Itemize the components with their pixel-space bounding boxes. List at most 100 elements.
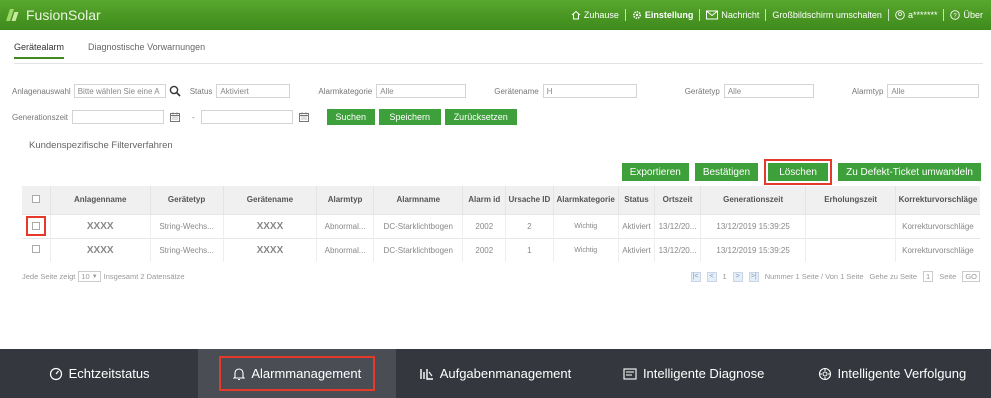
export-button[interactable]: Exportieren — [621, 163, 689, 181]
first-page-icon[interactable]: |< — [690, 271, 701, 282]
category-cell: Wichtig — [553, 213, 619, 238]
filter-row-2: Generationszeit - Suchen Speichern Zurüc… — [12, 109, 517, 125]
category-select[interactable]: Alle — [376, 84, 467, 98]
header-link-user[interactable]: a******* — [889, 10, 944, 20]
tab-bar: Gerätealarm Diagnostische Vorwarnungen — [14, 42, 205, 59]
table-row[interactable]: XXXX String-Wechs... XXXX Abnormal... DC… — [22, 237, 980, 262]
prev-page-icon[interactable]: < — [706, 271, 717, 282]
last-page-icon[interactable]: >| — [748, 271, 759, 282]
generation-time-label: Generationszeit — [12, 112, 69, 122]
tab-device-alarm[interactable]: Gerätealarm — [14, 42, 65, 59]
table-row[interactable]: XXXX String-Wechs... XXXX Abnormal... DC… — [22, 213, 980, 238]
device-type-cell: String-Wechs... — [150, 213, 224, 238]
alarm-type-cell: Abnormal... — [316, 237, 375, 262]
col-device-name[interactable]: Gerätename — [223, 186, 318, 214]
go-button[interactable]: GO — [962, 271, 980, 282]
col-suggestions[interactable]: Korrekturvorschläge — [895, 186, 980, 214]
alarm-id-cell: 2002 — [462, 213, 507, 238]
total-records: Insgesamt 2 Datensätze — [103, 272, 185, 281]
row-select-cell[interactable] — [22, 237, 51, 262]
header-link-messages[interactable]: Nachricht — [700, 10, 765, 20]
goto-page-input[interactable]: 1 — [923, 271, 934, 282]
end-date-input[interactable] — [200, 110, 293, 124]
device-name-cell: XXXX — [223, 237, 318, 262]
search-button[interactable]: Suchen — [326, 109, 375, 125]
save-button[interactable]: Speichern — [378, 109, 441, 125]
nav-alarm-highlight[interactable]: Alarmmanagement — [219, 356, 376, 391]
local-time-cell: 13/12/20... — [654, 237, 701, 262]
reset-button[interactable]: Zurücksetzen — [444, 109, 517, 125]
col-cause-id[interactable]: Ursache ID — [505, 186, 554, 214]
start-date-input[interactable] — [72, 110, 165, 124]
per-page-select[interactable]: 10 ▼ — [78, 271, 101, 282]
nav-intelligent-diagnosis[interactable]: Intelligente Diagnose — [595, 349, 793, 398]
col-recovery-time[interactable]: Erholungszeit — [805, 186, 896, 214]
device-name-cell: XXXX — [223, 213, 318, 238]
col-alarm-category[interactable]: Alarmkategorie — [553, 186, 619, 214]
cause-id-cell: 1 — [505, 237, 554, 262]
plant-name-cell: XXXX — [50, 237, 151, 262]
home-icon — [571, 10, 581, 20]
current-page[interactable]: 1 — [723, 272, 727, 281]
next-page-icon[interactable]: > — [732, 271, 743, 282]
nav-task-management[interactable]: Aufgabenmanagement — [396, 349, 594, 398]
select-all-checkbox[interactable] — [31, 194, 40, 203]
calendar-icon[interactable] — [298, 112, 309, 122]
suggestions-link[interactable]: Korrekturvorschläge — [895, 237, 980, 262]
col-device-type[interactable]: Gerätetyp — [150, 186, 224, 214]
help-icon: ? — [950, 10, 961, 20]
app-logo[interactable]: FusionSolar — [0, 7, 140, 23]
table-actions: Exportieren Bestätigen Löschen Zu Defekt… — [621, 159, 981, 185]
alarm-name-cell: DC-Starklichtbogen — [373, 213, 464, 238]
device-name-input[interactable]: H — [542, 84, 637, 98]
app-title: FusionSolar — [26, 7, 101, 23]
col-alarm-name[interactable]: Alarmname — [373, 186, 464, 214]
row-checkbox[interactable] — [31, 222, 40, 230]
nav-alarm-management[interactable]: Alarmmanagement — [198, 349, 397, 398]
row-checkbox-highlight[interactable] — [25, 216, 46, 236]
header-link-settings[interactable]: Einstellung — [626, 10, 700, 20]
tab-diagnostic-warnings[interactable]: Diagnostische Vorwarnungen — [88, 42, 205, 59]
confirm-button[interactable]: Bestätigen — [694, 163, 759, 181]
header-link-about[interactable]: ? Über — [944, 10, 989, 20]
per-page-label: Jede Seite zeigt — [22, 272, 76, 281]
goto-suffix: Seite — [939, 272, 957, 281]
delete-button[interactable]: Löschen — [764, 159, 833, 185]
plant-select[interactable]: Bitte wählen Sie eine A — [73, 84, 166, 98]
search-icon[interactable] — [168, 84, 182, 98]
calendar-icon[interactable] — [170, 112, 181, 122]
col-plant-name[interactable]: Anlagenname — [50, 186, 151, 214]
tracking-icon — [818, 367, 831, 380]
col-local-time[interactable]: Ortszeit — [654, 186, 701, 214]
generation-time-cell: 13/12/2019 15:39:25 — [700, 237, 807, 262]
filter-row-1: Anlagenauswahl Bitte wählen Sie eine A S… — [12, 84, 980, 98]
col-alarm-id[interactable]: Alarm id — [462, 186, 507, 214]
row-select-cell[interactable] — [22, 213, 51, 238]
alarm-type-cell: Abnormal... — [316, 213, 375, 238]
header-link-home[interactable]: Zuhause — [565, 10, 625, 20]
gauge-icon — [49, 367, 62, 380]
alarm-type-select[interactable]: Alle — [887, 84, 980, 98]
local-time-cell: 13/12/20... — [654, 213, 701, 238]
recovery-time-cell — [805, 213, 896, 238]
select-all-cell[interactable] — [22, 186, 51, 214]
nav-realtime-status[interactable]: Echtzeitstatus — [0, 349, 198, 398]
custom-filter-link[interactable]: Kundenspezifische Filterverfahren — [29, 140, 173, 151]
col-generation-time[interactable]: Generationszeit — [700, 186, 807, 214]
page: FusionSolar Zuhause Einstellung Nachrich… — [0, 0, 991, 398]
nav-intelligent-tracking[interactable]: Intelligente Verfolgung — [793, 349, 991, 398]
device-type-select[interactable]: Alle — [723, 84, 814, 98]
col-alarm-type[interactable]: Alarmtyp — [316, 186, 375, 214]
header-link-fullscreen[interactable]: Großbildschirm umschalten — [766, 10, 888, 20]
col-status[interactable]: Status — [618, 186, 656, 214]
alarm-name-cell: DC-Starklichtbogen — [373, 237, 464, 262]
device-name-label: Gerätename — [494, 86, 539, 96]
header-links: Zuhause Einstellung Nachricht Großbildsc… — [565, 9, 991, 21]
row-checkbox[interactable] — [31, 245, 40, 254]
svg-text:?: ? — [954, 13, 958, 19]
status-select[interactable]: Aktiviert — [216, 84, 291, 98]
generation-time-cell: 13/12/2019 15:39:25 — [700, 213, 807, 238]
suggestions-link[interactable]: Korrekturvorschläge — [895, 213, 980, 238]
goto-label: Gehe zu Seite — [869, 272, 918, 281]
convert-ticket-button[interactable]: Zu Defekt-Ticket umwandeln — [838, 163, 981, 181]
